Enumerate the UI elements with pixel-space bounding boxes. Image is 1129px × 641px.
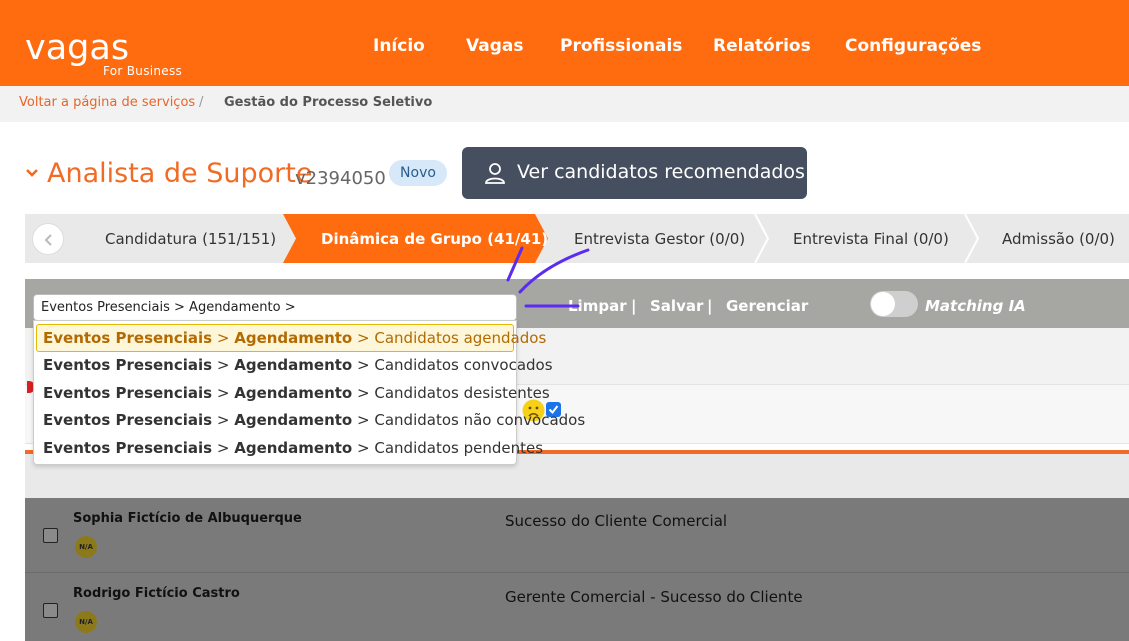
suggestion-prefix: Eventos Presenciais [43,356,213,374]
stage-tab-entrevista-final[interactable]: Entrevista Final (0/0) [793,230,949,248]
manage-filters-link[interactable]: Gerenciar [726,297,808,315]
suggestion-item[interactable]: Eventos Presenciais > Agendamento > Cand… [36,379,550,407]
suggestion-prefix: Eventos Presenciais [43,439,213,457]
suggestion-label: Candidatos convocados [374,356,553,374]
stage-tab-admissao[interactable]: Admissão (0/0) [1002,230,1115,248]
nav-configuracoes[interactable]: Configurações [845,36,981,56]
suggestion-item[interactable]: Eventos Presenciais > Agendamento > Cand… [36,434,543,462]
save-filter-link[interactable]: Salvar [650,297,703,315]
matching-ia-toggle[interactable] [870,291,918,317]
nav-relatorios[interactable]: Relatórios [713,36,811,56]
suggestion-arrow: > [357,384,370,402]
nav-vagas[interactable]: Vagas [466,36,523,56]
suggestion-prefix: Agendamento [234,356,353,374]
filter-suggestions-dropdown: Eventos Presenciais > Agendamento > Cand… [33,320,585,465]
candidate-name[interactable]: Rodrigo Fictício Castro [73,586,240,601]
action-separator: | [707,297,713,315]
breadcrumb-separator: / [199,95,204,110]
suggestion-arrow: > [216,384,230,402]
suggestion-prefix: Eventos Presenciais [43,411,213,429]
view-recommended-label: Ver candidatos recomendados [517,161,805,183]
suggestion-label: Candidatos agendados [374,329,547,347]
candidate-list: Sophia Fictício de Albuquerque N/A Suces… [25,498,1129,641]
suggestion-arrow: > [357,411,370,429]
top-navigation-bar: vagas For Business Início Vagas Profissi… [0,0,1129,86]
suggestion-prefix: Agendamento [234,411,353,429]
suggestion-label: Candidatos não convocados [374,411,586,429]
candidate-position: Sucesso do Cliente Comercial [505,512,728,530]
stage-tab-candidatura[interactable]: Candidatura (151/151) [105,230,276,248]
suggestion-label: Candidatos desistentes [374,384,550,402]
toggle-knob [871,292,895,316]
suggestion-prefix: Eventos Presenciais [43,329,213,347]
nav-inicio[interactable]: Início [373,36,425,56]
suggestion-item[interactable]: Eventos Presenciais > Agendamento > Cand… [36,406,585,434]
action-separator: | [631,297,637,315]
candidate-name[interactable]: Sophia Fictício de Albuquerque [73,511,302,526]
candidate-position: Gerente Comercial - Sucesso do Cliente [505,588,803,606]
logo-subtitle: For Business [103,64,183,78]
annotation-scribble [506,246,590,308]
suggestion-prefix: Agendamento [234,439,353,457]
row-checkbox[interactable] [43,528,58,543]
chevron-left-icon [44,234,52,246]
suggestion-item[interactable]: Eventos Presenciais > Agendamento > Cand… [36,324,546,352]
table-row: Rodrigo Fictício Castro N/A Gerente Come… [25,573,1129,641]
suggestion-arrow: > [216,411,230,429]
suggestion-arrow: > [357,439,370,457]
table-row: Sophia Fictício de Albuquerque N/A Suces… [25,498,1129,573]
matching-ia-label: Matching IA [925,297,1026,315]
suggestion-arrow: > [216,329,230,347]
job-title: Analista de Suporte [47,158,313,189]
row-checkbox[interactable] [43,603,58,618]
filter-search-input[interactable] [33,294,517,321]
suggestion-prefix: Agendamento [234,384,353,402]
match-badge: N/A [75,536,97,558]
stage-prev-button[interactable] [32,223,64,255]
suggestion-label: Candidatos pendentes [374,439,544,457]
vagas-logo[interactable]: vagas For Business [25,28,182,78]
suggestion-prefix: Eventos Presenciais [43,384,213,402]
logo-text: vagas [25,28,130,68]
chevron-down-icon[interactable] [25,166,39,180]
suggestion-arrow: > [357,356,370,374]
suggestion-arrow: > [357,329,370,347]
breadcrumb-back-link[interactable]: Voltar a página de serviços [19,95,195,110]
suggestion-item[interactable]: Eventos Presenciais > Agendamento > Cand… [36,351,553,379]
job-code: v2394050 [295,168,386,189]
breadcrumb: Voltar a página de serviços / Gestão do … [0,86,1129,122]
suggestion-arrow: > [216,356,230,374]
view-recommended-button[interactable]: Ver candidatos recomendados [462,147,807,199]
breadcrumb-current: Gestão do Processo Seletivo [224,95,433,110]
status-badge: Novo [389,160,447,186]
match-badge: N/A [75,611,97,633]
suggestion-prefix: Agendamento [234,329,353,347]
nav-profissionais[interactable]: Profissionais [560,36,682,56]
user-icon [485,163,505,184]
suggestion-arrow: > [216,439,230,457]
